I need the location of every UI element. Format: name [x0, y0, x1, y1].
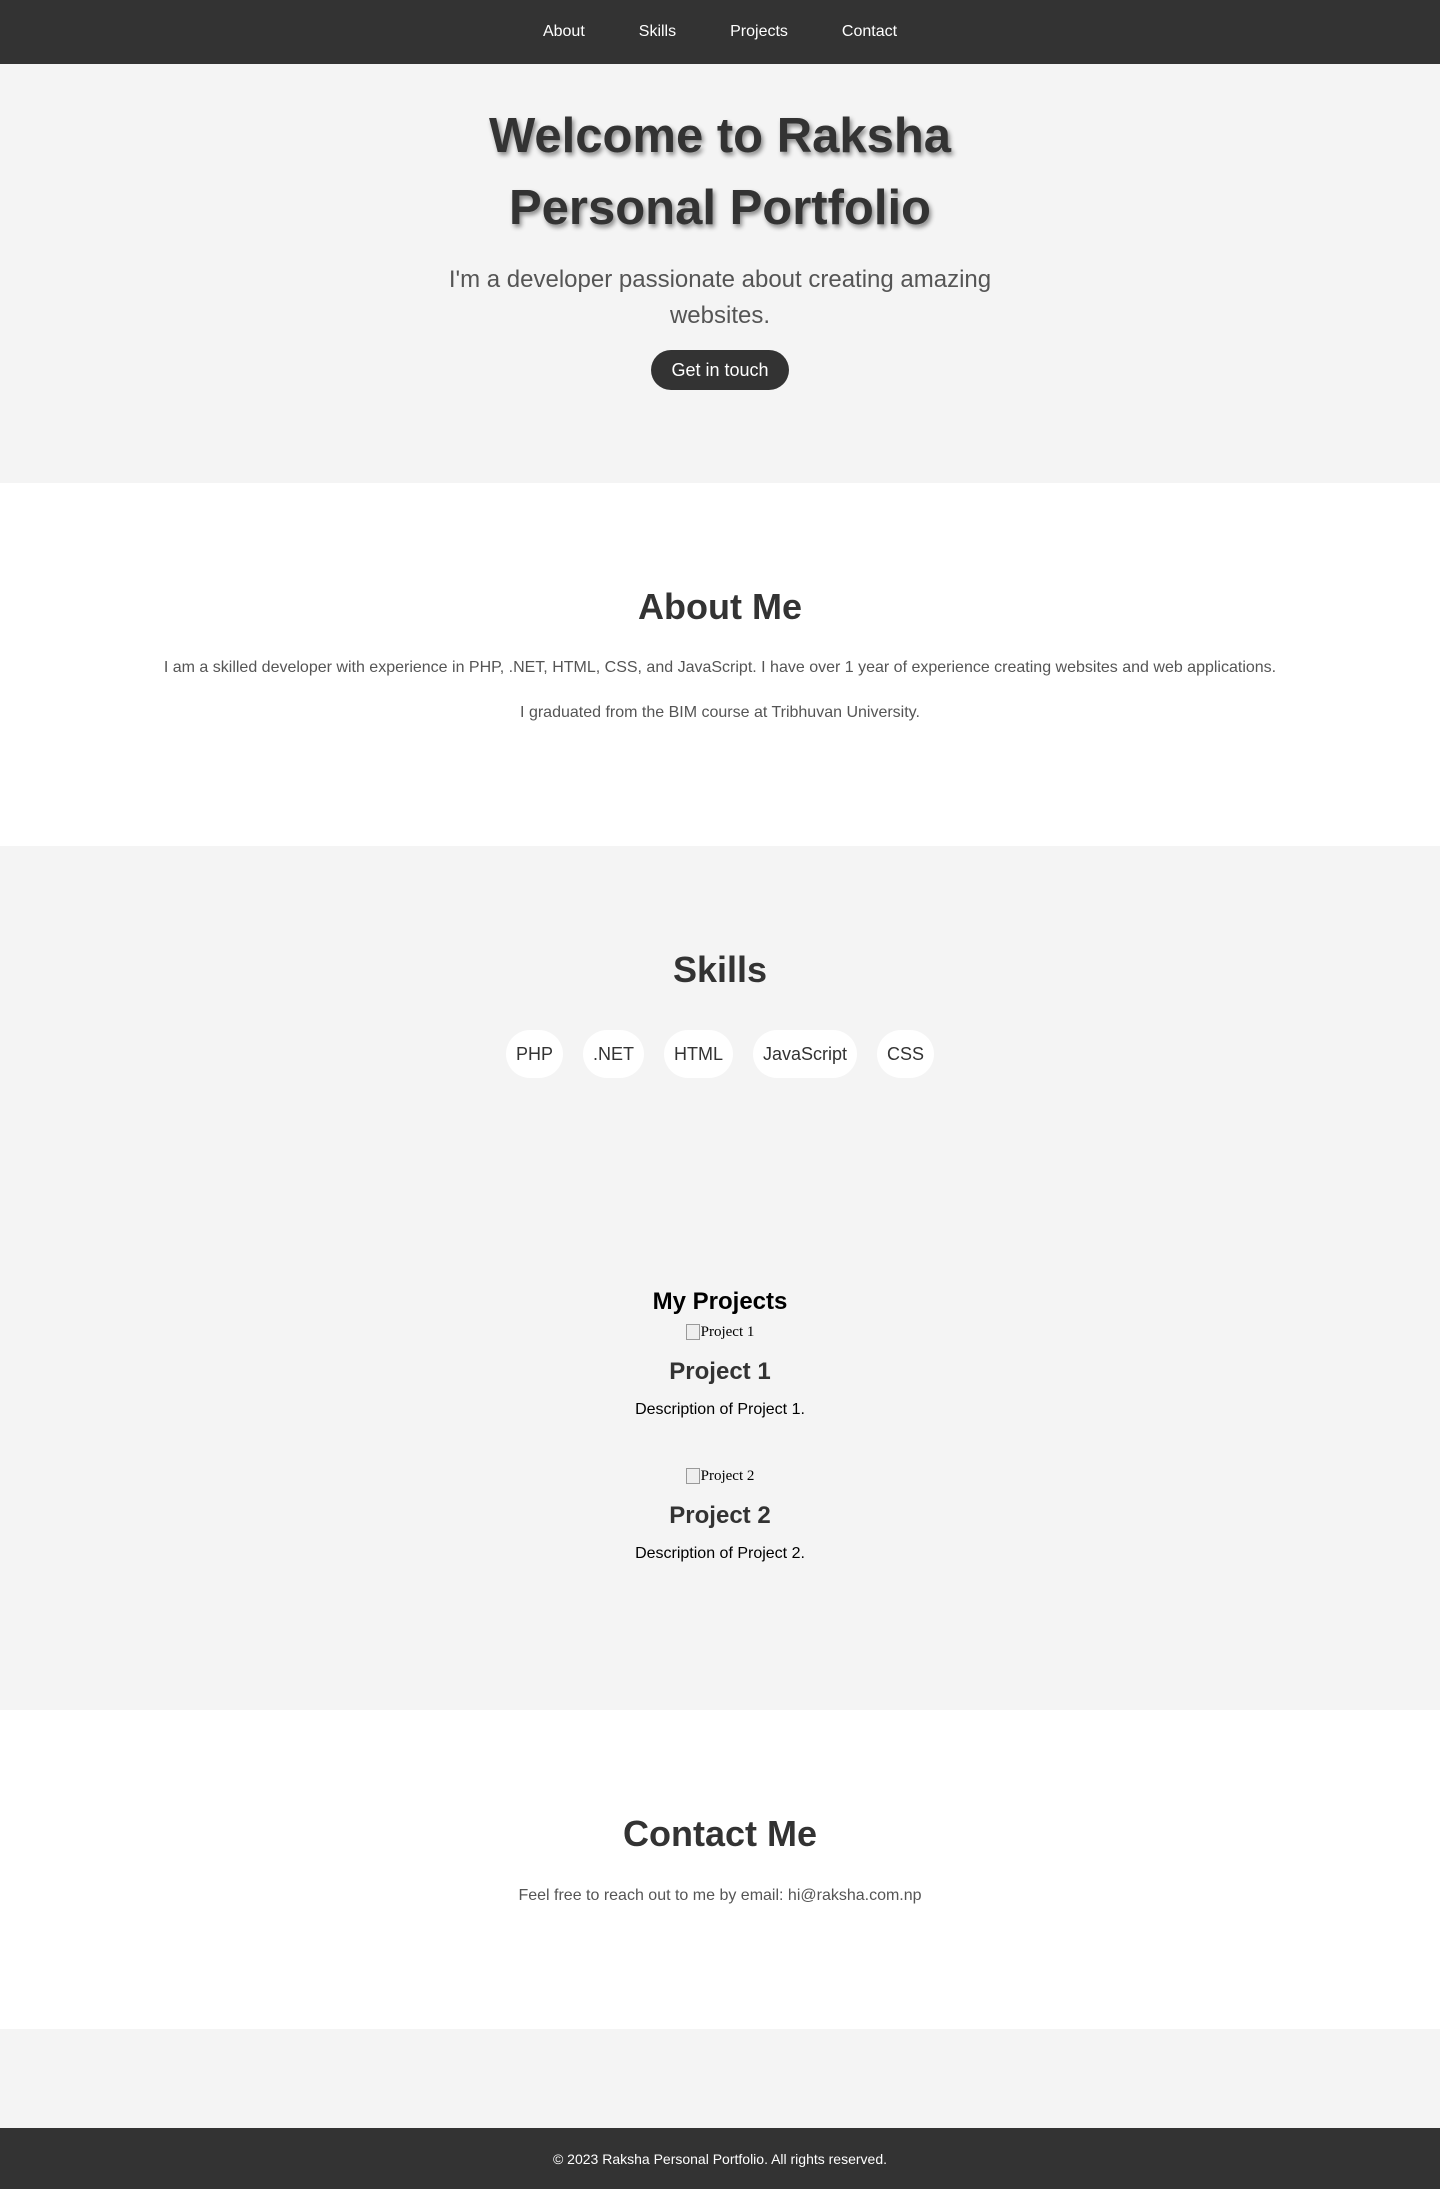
project-title: Project 2 [669, 1501, 771, 1529]
project-description: Description of Project 1. [635, 1400, 805, 1418]
hero-title: Welcome to Raksha Personal Portfolio [488, 109, 952, 235]
skills-list: PHP .NET HTML JavaScript CSS [0, 1030, 1440, 1078]
skills-section: Skills PHP .NET HTML JavaScript CSS [0, 846, 1440, 1146]
contact-heading: Contact Me [622, 1813, 817, 1854]
broken-image-icon [685, 1467, 700, 1484]
top-navbar: About Skills Projects Contact [0, 0, 1440, 64]
project-title: Project 1 [669, 1357, 771, 1385]
project-card: Project 2 Project 2 Description of Proje… [0, 1467, 1440, 1563]
nav-link-contact[interactable]: Contact [815, 23, 924, 41]
about-section: About Me I am a skilled developer with e… [0, 483, 1440, 846]
get-in-touch-button[interactable]: Get in touch [651, 350, 789, 390]
broken-image-icon [685, 1323, 700, 1340]
skill-badge-dotnet: .NET [582, 1030, 644, 1078]
projects-heading: My Projects [652, 1288, 788, 1315]
project-image: Project 2 [685, 1467, 755, 1485]
project-image: Project 1 [685, 1323, 755, 1341]
project-description: Description of Project 2. [635, 1544, 805, 1562]
about-heading: About Me [638, 586, 802, 627]
hero-section: Welcome to Raksha Personal Portfolio I'm… [0, 64, 1440, 483]
nav-link-skills[interactable]: Skills [612, 23, 703, 41]
footer-copyright: © 2023 Raksha Personal Portfolio. All ri… [552, 2150, 888, 2167]
project-card: Project 1 Project 1 Description of Proje… [0, 1323, 1440, 1419]
contact-section: Contact Me Feel free to reach out to me … [0, 1710, 1440, 2029]
skills-heading: Skills [672, 949, 768, 990]
skill-badge-javascript: JavaScript [752, 1030, 858, 1078]
footer: © 2023 Raksha Personal Portfolio. All ri… [0, 2128, 1440, 2189]
project-image-alt: Project 1 [700, 1324, 755, 1340]
projects-section: My Projects Project 1 Project 1 Descript… [0, 1146, 1440, 1710]
project-image-alt: Project 2 [700, 1468, 755, 1484]
skill-badge-php: PHP [505, 1030, 563, 1078]
nav-link-about[interactable]: About [516, 23, 612, 41]
skill-badge-css: CSS [877, 1030, 935, 1078]
hero-subtitle: I'm a developer passionate about creatin… [448, 266, 992, 329]
contact-text: Feel free to reach out to me by email: h… [518, 1887, 922, 1904]
about-paragraph-education: I graduated from the BIM course at Tribh… [520, 704, 920, 721]
about-paragraph-experience: I am a skilled developer with experience… [163, 659, 1277, 676]
nav-link-projects[interactable]: Projects [703, 23, 815, 41]
skill-badge-html: HTML [663, 1030, 733, 1078]
